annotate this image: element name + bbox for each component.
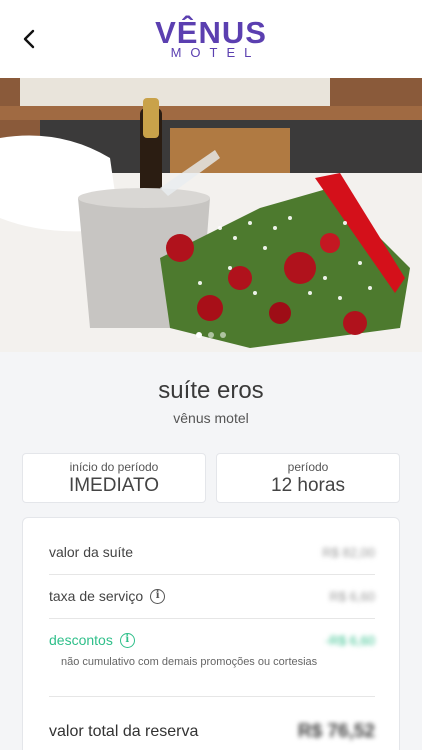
info-icon[interactable]: i — [150, 588, 166, 604]
suite-name: suíte eros — [158, 377, 264, 404]
info-icon[interactable]: i — [119, 632, 135, 648]
suite-value-label: valor da suíte — [49, 544, 134, 560]
period-start-label: início do período — [69, 460, 159, 474]
logo-sub-text: MOTEL — [170, 45, 261, 60]
total-label: valor total da reserva — [49, 723, 199, 740]
divider — [49, 696, 375, 697]
carousel-dot[interactable] — [220, 332, 226, 338]
suite-title-block: suíte eros vênus motel — [0, 376, 422, 426]
carousel-dot[interactable] — [196, 332, 202, 338]
discount-row: descontos i -R$ 6,60 — [49, 632, 375, 648]
period-duration-label: período — [287, 460, 329, 474]
discount-amount: -R$ 6,60 — [325, 632, 375, 648]
suite-value-row: valor da suíte R$ 82,00 — [49, 544, 375, 560]
service-fee-row: taxa de serviço i R$ 6,60 — [49, 588, 375, 604]
carousel-dot[interactable] — [208, 332, 214, 338]
period-duration-value: 12 horas — [271, 475, 345, 496]
discount-note: não cumulativo com demais promoções ou c… — [61, 656, 318, 668]
logo-main-text: VÊNUS — [155, 15, 267, 50]
venus-motel-logo: VÊNUS MOTEL — [0, 15, 422, 60]
service-fee-label-group: taxa de serviço i — [49, 588, 166, 604]
total-amount: R$ 76,52 — [297, 721, 375, 742]
period-start-card: início do período IMEDIATO — [22, 453, 206, 503]
period-start-value: IMEDIATO — [68, 475, 160, 496]
divider — [49, 574, 375, 575]
discount-label-group: descontos i — [49, 632, 135, 648]
app-header: VÊNUS MOTEL — [0, 0, 422, 78]
carousel-indicator — [0, 332, 422, 338]
suite-photo-carousel[interactable] — [0, 78, 422, 352]
service-fee-amount: R$ 6,60 — [329, 588, 375, 604]
discount-label: descontos — [49, 632, 113, 648]
motel-name: vênus motel — [173, 410, 249, 426]
service-fee-label: taxa de serviço — [49, 588, 144, 604]
price-summary-card: valor da suíte R$ 82,00 taxa de serviço … — [22, 517, 400, 750]
divider — [49, 618, 375, 619]
period-duration-card[interactable]: período 12 horas — [216, 453, 400, 503]
suite-value-amount: R$ 82,00 — [322, 544, 375, 560]
suite-photo — [0, 78, 422, 352]
total-row: valor total da reserva R$ 76,52 — [49, 721, 375, 743]
